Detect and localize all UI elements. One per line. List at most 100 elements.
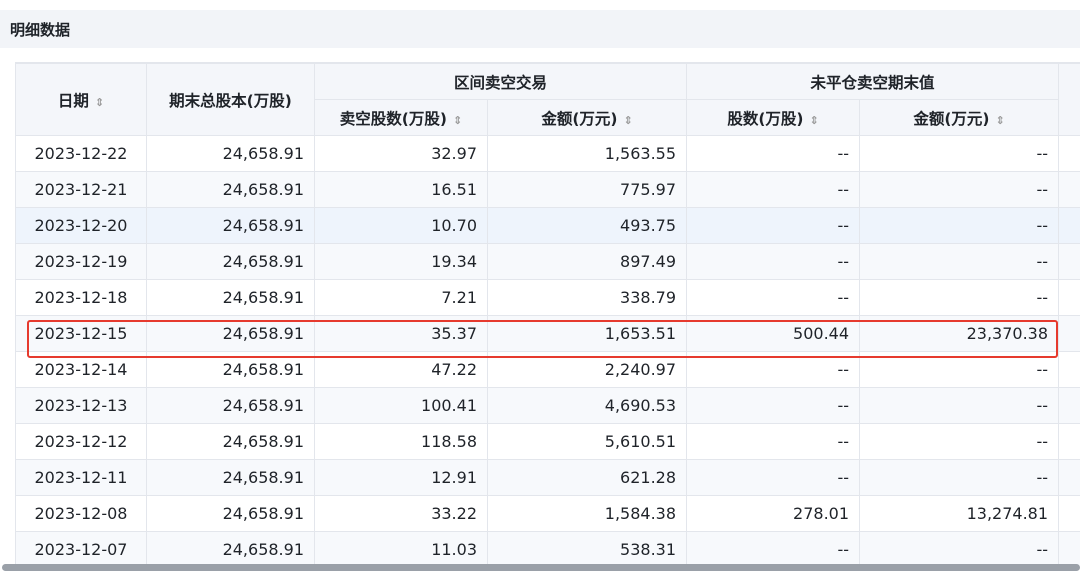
date-column-header[interactable]: 日期 ⇕ [15, 63, 147, 136]
date-cell: 2023-12-15 [15, 315, 147, 352]
table-row[interactable]: 2023-12-19 24,658.91 19.34 897.49 -- -- [15, 243, 1080, 280]
outstanding-amount-header-label: 金额(万元) [913, 109, 990, 128]
outstanding-shares-header-label: 股数(万股) [727, 109, 804, 128]
outstanding-amount-cell: -- [859, 243, 1060, 280]
total-shares-cell: 24,658.91 [146, 207, 315, 244]
outstanding-shares-column-header[interactable]: 股数(万股) ⇕ [686, 99, 861, 136]
outstanding-short-group-header: 未平仓卖空期末值 [686, 63, 1060, 100]
truncated-cell [1058, 207, 1080, 244]
table-row-highlighted[interactable]: 2023-12-15 24,658.91 35.37 1,653.51 500.… [15, 315, 1080, 352]
total-shares-cell: 24,658.91 [146, 531, 315, 565]
truncated-cell [1058, 135, 1080, 172]
truncated-cell [1058, 351, 1080, 388]
date-cell: 2023-12-20 [15, 207, 147, 244]
total-shares-cell: 24,658.91 [146, 279, 315, 316]
short-shares-cell: 7.21 [314, 279, 488, 316]
total-shares-cell: 24,658.91 [146, 351, 315, 388]
table-row[interactable]: 2023-12-12 24,658.91 118.58 5,610.51 -- … [15, 423, 1080, 460]
short-amount-cell: 897.49 [486, 243, 688, 280]
table-row[interactable]: 2023-12-18 24,658.91 7.21 338.79 -- -- [15, 279, 1080, 316]
short-amount-cell: 621.28 [486, 459, 688, 496]
outstanding-shares-cell: -- [686, 531, 861, 565]
table-row[interactable]: 2023-12-13 24,658.91 100.41 4,690.53 -- … [15, 387, 1080, 424]
short-amount-cell: 4,690.53 [486, 387, 688, 424]
interval-short-group-header: 区间卖空交易 [313, 63, 688, 100]
short-shares-cell: 35.37 [314, 315, 488, 352]
table-row[interactable]: 2023-12-08 24,658.91 33.22 1,584.38 278.… [15, 495, 1080, 532]
short-shares-cell: 16.51 [314, 171, 488, 208]
total-shares-cell: 24,658.91 [146, 135, 315, 172]
short-shares-cell: 33.22 [314, 495, 488, 532]
outstanding-amount-cell: 13,274.81 [859, 495, 1060, 532]
date-cell: 2023-12-08 [15, 495, 147, 532]
truncated-cell [1058, 495, 1080, 532]
table-row[interactable]: 2023-12-07 24,658.91 11.03 538.31 -- -- [15, 531, 1080, 565]
short-amount-cell: 5,610.51 [486, 423, 688, 460]
short-shares-cell: 47.22 [314, 351, 488, 388]
truncated-cell [1058, 387, 1080, 424]
short-shares-cell: 12.91 [314, 459, 488, 496]
date-cell: 2023-12-14 [15, 351, 147, 388]
short-amount-cell: 538.31 [486, 531, 688, 565]
outstanding-shares-cell: -- [686, 279, 861, 316]
date-header-label: 日期 [57, 91, 89, 110]
table-row[interactable]: 2023-12-14 24,658.91 47.22 2,240.97 -- -… [15, 351, 1080, 388]
outstanding-group-label: 未平仓卖空期末值 [810, 73, 935, 92]
outstanding-amount-column-header[interactable]: 金额(万元) ⇕ [859, 99, 1060, 136]
outstanding-shares-cell: -- [686, 243, 861, 280]
sort-icon[interactable]: ⇕ [996, 114, 1005, 127]
sort-icon[interactable]: ⇕ [809, 114, 818, 127]
table-row[interactable]: 2023-12-20 24,658.91 10.70 493.75 -- -- [15, 207, 1080, 244]
date-cell: 2023-12-07 [15, 531, 147, 565]
outstanding-amount-cell: -- [859, 135, 1060, 172]
short-shares-column-header[interactable]: 卖空股数(万股) ⇕ [314, 99, 488, 136]
sort-icon[interactable]: ⇕ [453, 114, 462, 127]
date-cell: 2023-12-13 [15, 387, 147, 424]
outstanding-amount-cell: -- [859, 423, 1060, 460]
truncated-cell [1058, 531, 1080, 565]
short-shares-header-label: 卖空股数(万股) [339, 109, 447, 128]
detail-table-container: 日期 ⇕ 期末总股本(万股) 区间卖空交易 未平仓卖空期末值 卖空股数(万股) ⇕ [15, 62, 1080, 565]
date-cell: 2023-12-18 [15, 279, 147, 316]
short-amount-cell: 338.79 [486, 279, 688, 316]
date-cell: 2023-12-19 [15, 243, 147, 280]
table-row[interactable]: 2023-12-21 24,658.91 16.51 775.97 -- -- [15, 171, 1080, 208]
outstanding-amount-cell: -- [859, 531, 1060, 565]
table-row[interactable]: 2023-12-22 24,658.91 32.97 1,563.55 -- -… [15, 135, 1080, 172]
interval-group-label: 区间卖空交易 [454, 73, 548, 92]
outstanding-shares-cell: -- [686, 423, 861, 460]
table-row[interactable]: 2023-12-11 24,658.91 12.91 621.28 -- -- [15, 459, 1080, 496]
truncated-cell [1058, 315, 1080, 352]
short-amount-cell: 493.75 [486, 207, 688, 244]
total-shares-cell: 24,658.91 [146, 459, 315, 496]
outstanding-shares-cell: -- [686, 387, 861, 424]
short-amount-cell: 1,653.51 [486, 315, 688, 352]
short-shares-cell: 100.41 [314, 387, 488, 424]
truncated-cell [1058, 279, 1080, 316]
total-shares-cell: 24,658.91 [146, 171, 315, 208]
short-shares-cell: 32.97 [314, 135, 488, 172]
truncated-cell [1058, 243, 1080, 280]
sort-icon[interactable]: ⇕ [623, 114, 632, 127]
short-shares-cell: 11.03 [314, 531, 488, 565]
outstanding-shares-cell: -- [686, 207, 861, 244]
horizontal-scrollbar[interactable] [2, 564, 1080, 571]
total-shares-cell: 24,658.91 [146, 423, 315, 460]
total-shares-cell: 24,658.91 [146, 315, 315, 352]
sort-icon[interactable]: ⇕ [95, 96, 104, 109]
outstanding-shares-cell: 278.01 [686, 495, 861, 532]
outstanding-amount-cell: -- [859, 171, 1060, 208]
outstanding-amount-cell: -- [859, 207, 1060, 244]
total-shares-cell: 24,658.91 [146, 243, 315, 280]
truncated-cell [1058, 171, 1080, 208]
short-amount-cell: 1,563.55 [486, 135, 688, 172]
outstanding-shares-cell: -- [686, 459, 861, 496]
outstanding-shares-cell: 500.44 [686, 315, 861, 352]
date-cell: 2023-12-22 [15, 135, 147, 172]
short-amount-cell: 2,240.97 [486, 351, 688, 388]
section-header: 明细数据 [0, 10, 1080, 48]
detail-table: 日期 ⇕ 期末总股本(万股) 区间卖空交易 未平仓卖空期末值 卖空股数(万股) ⇕ [15, 63, 1080, 565]
total-shares-column-header: 期末总股本(万股) [146, 63, 315, 136]
total-shares-cell: 24,658.91 [146, 387, 315, 424]
short-amount-column-header[interactable]: 金额(万元) ⇕ [486, 99, 688, 136]
